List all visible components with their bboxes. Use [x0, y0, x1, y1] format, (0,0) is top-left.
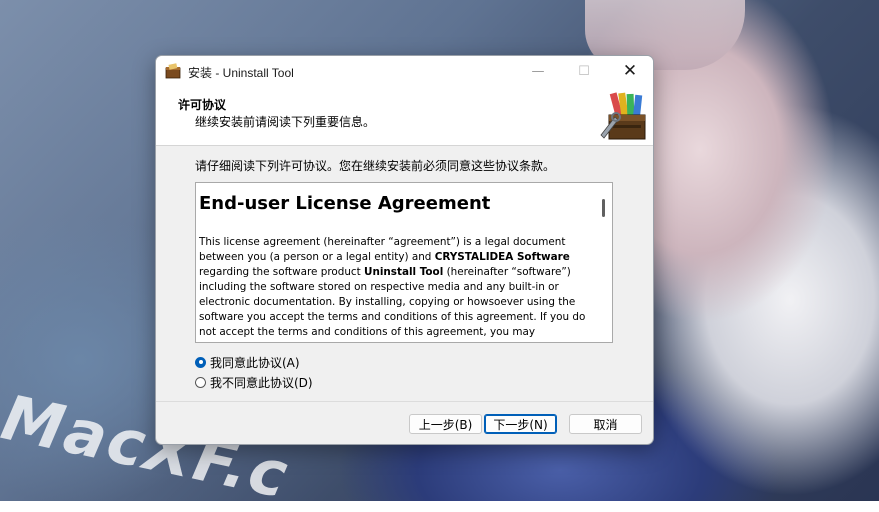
close-button[interactable]: ✕ [607, 56, 653, 86]
toolbox-icon [600, 92, 646, 140]
decline-label[interactable]: 我不同意此协议(D) [210, 374, 313, 391]
page-subtitle: 继续安装前请阅读下列重要信息。 [195, 115, 376, 129]
accept-radio[interactable] [195, 356, 206, 368]
license-heading: End-user License Agreement [199, 193, 491, 214]
maximize-button[interactable]: ☐ [561, 56, 607, 86]
accept-option[interactable]: 我同意此协议(A) [195, 353, 300, 371]
installer-window: 安装 - Uninstall Tool — ☐ ✕ 许可协议 继续安装前请阅读下… [155, 55, 654, 445]
cancel-button[interactable]: 取消 [569, 414, 642, 434]
product-name: Uninstall Tool [364, 266, 444, 278]
accept-label[interactable]: 我同意此协议(A) [210, 354, 300, 371]
scrollbar-thumb[interactable] [602, 199, 605, 217]
next-button[interactable]: 下一步(N) [484, 414, 557, 434]
window-title: 安装 - Uninstall Tool [188, 66, 294, 80]
company-name: CRYSTALIDEA Software [434, 251, 570, 263]
back-button[interactable]: 上一步(B) [409, 414, 482, 434]
license-text-area[interactable]: End-user License Agreement This license … [195, 182, 613, 343]
footer-divider [156, 401, 653, 402]
decline-radio[interactable] [195, 376, 206, 388]
license-scrollbar[interactable] [595, 183, 612, 342]
title-bar[interactable]: 安装 - Uninstall Tool — ☐ ✕ [156, 56, 653, 86]
decline-option[interactable]: 我不同意此协议(D) [195, 373, 313, 391]
license-body: This license agreement (hereinafter “agr… [199, 236, 586, 338]
installer-app-icon [165, 63, 181, 79]
page-title: 许可协议 [178, 98, 227, 112]
minimize-button[interactable]: — [515, 56, 561, 86]
wizard-header: 许可协议 继续安装前请阅读下列重要信息。 [156, 86, 653, 146]
license-instructions: 请仔细阅读下列许可协议。您在继续安装前必须同意这些协议条款。 [195, 159, 556, 173]
